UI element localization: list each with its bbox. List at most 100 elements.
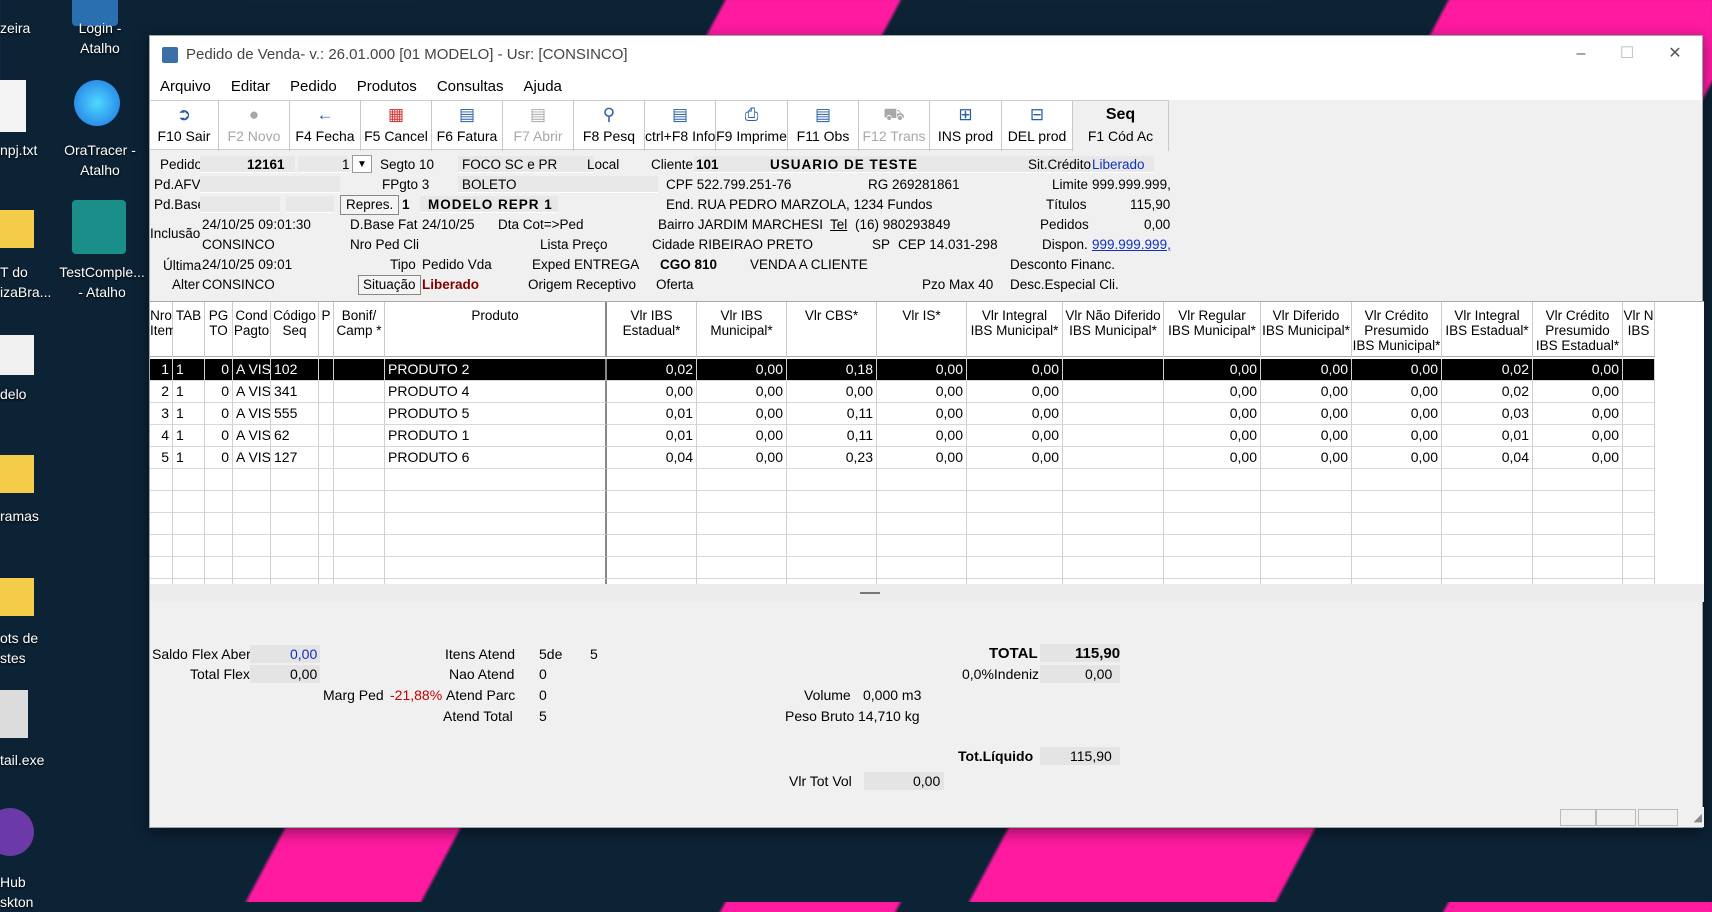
table-row[interactable] bbox=[150, 535, 1704, 557]
table-cell[interactable]: 0,00 bbox=[1352, 447, 1442, 469]
menu-consultas[interactable]: Consultas bbox=[427, 74, 514, 100]
table-cell[interactable] bbox=[787, 513, 877, 535]
table-cell[interactable] bbox=[877, 557, 967, 579]
table-cell[interactable]: 0,02 bbox=[1442, 359, 1533, 381]
table-cell[interactable] bbox=[1352, 491, 1442, 513]
table-cell[interactable]: 1 bbox=[173, 447, 205, 469]
table-cell[interactable] bbox=[967, 491, 1063, 513]
table-cell[interactable] bbox=[271, 469, 319, 491]
table-cell[interactable]: 0,11 bbox=[787, 403, 877, 425]
pdafv-field[interactable] bbox=[200, 176, 340, 193]
table-cell[interactable]: 0 bbox=[205, 447, 233, 469]
table-cell[interactable] bbox=[1164, 469, 1261, 491]
table-cell[interactable]: 0 bbox=[205, 425, 233, 447]
table-cell[interactable] bbox=[334, 557, 385, 579]
desktop-icon-tail[interactable]: tail.exe bbox=[0, 750, 50, 770]
table-cell[interactable]: 2 bbox=[150, 381, 173, 403]
table-cell[interactable] bbox=[787, 469, 877, 491]
table-cell[interactable]: 0,00 bbox=[1164, 359, 1261, 381]
desktop-icon-t-do[interactable]: T do izaBra... bbox=[0, 262, 51, 302]
table-cell[interactable] bbox=[1164, 513, 1261, 535]
table-cell[interactable] bbox=[787, 535, 877, 557]
table-cell[interactable] bbox=[319, 359, 334, 381]
table-cell[interactable]: 0,00 bbox=[877, 403, 967, 425]
table-row[interactable]: 310A VIS 555 PRODUTO 5 0,01 0,00 0,11 0,00 0,00… bbox=[150, 403, 1704, 425]
table-cell[interactable] bbox=[1623, 403, 1655, 425]
table-cell[interactable] bbox=[1063, 469, 1164, 491]
table-cell[interactable] bbox=[697, 535, 787, 557]
table-cell[interactable] bbox=[1623, 557, 1655, 579]
table-cell[interactable] bbox=[1352, 469, 1442, 491]
table-cell[interactable]: 0,00 bbox=[877, 359, 967, 381]
table-cell[interactable]: 0,00 bbox=[697, 447, 787, 469]
table-cell[interactable]: 0,04 bbox=[1442, 447, 1533, 469]
fecha-button[interactable]: ← F4 Fecha bbox=[290, 101, 361, 151]
table-cell[interactable]: 0,00 bbox=[967, 447, 1063, 469]
table-cell[interactable] bbox=[385, 491, 607, 513]
table-cell[interactable]: 0,00 bbox=[607, 381, 697, 403]
table-cell[interactable] bbox=[1533, 513, 1623, 535]
table-cell[interactable] bbox=[319, 491, 334, 513]
dropdown-arrow-icon[interactable]: ▼ bbox=[352, 155, 372, 173]
table-cell[interactable]: PRODUTO 6 bbox=[385, 447, 607, 469]
table-row[interactable] bbox=[150, 469, 1704, 491]
table-cell[interactable]: 0,01 bbox=[1442, 425, 1533, 447]
table-cell[interactable] bbox=[334, 469, 385, 491]
column-header[interactable]: Vlr CBS* bbox=[787, 302, 877, 357]
table-cell[interactable] bbox=[385, 513, 607, 535]
table-cell[interactable] bbox=[334, 359, 385, 381]
pedido-n-field[interactable] bbox=[298, 156, 348, 173]
table-cell[interactable] bbox=[173, 469, 205, 491]
table-cell[interactable] bbox=[1623, 513, 1655, 535]
minimize-button[interactable]: – bbox=[1558, 40, 1604, 68]
table-row[interactable]: 410A VIS 62 PRODUTO 1 0,01 0,00 0,11 0,00 0,00 0… bbox=[150, 425, 1704, 447]
column-header[interactable]: Vlr Não Diferido IBS Municipal* bbox=[1063, 302, 1164, 357]
table-cell[interactable] bbox=[967, 557, 1063, 579]
table-cell[interactable]: 0,00 bbox=[1261, 425, 1352, 447]
table-cell[interactable]: 0,00 bbox=[1533, 447, 1623, 469]
column-header[interactable]: Produto bbox=[385, 302, 607, 357]
table-cell[interactable]: 0,00 bbox=[877, 447, 967, 469]
table-cell[interactable] bbox=[205, 557, 233, 579]
table-cell[interactable] bbox=[205, 535, 233, 557]
table-cell[interactable] bbox=[271, 557, 319, 579]
column-header[interactable]: Vlr Diferido IBS Municipal* bbox=[1261, 302, 1352, 357]
table-cell[interactable] bbox=[1442, 491, 1533, 513]
table-cell[interactable] bbox=[1063, 557, 1164, 579]
table-cell[interactable] bbox=[334, 535, 385, 557]
table-cell[interactable] bbox=[1164, 535, 1261, 557]
table-cell[interactable] bbox=[319, 557, 334, 579]
table-cell[interactable] bbox=[1623, 535, 1655, 557]
table-cell[interactable] bbox=[967, 513, 1063, 535]
pdbase-field-2[interactable] bbox=[286, 196, 334, 213]
desktop-icon-oratracer[interactable]: OraTracer - Atalho bbox=[52, 140, 148, 180]
table-cell[interactable]: 0,00 bbox=[1261, 403, 1352, 425]
table-cell[interactable]: 0,00 bbox=[1164, 447, 1261, 469]
table-cell[interactable]: 555 bbox=[271, 403, 319, 425]
column-header[interactable]: Vlr Regular IBS Municipal* bbox=[1164, 302, 1261, 357]
table-cell[interactable] bbox=[1533, 491, 1623, 513]
table-cell[interactable]: 0,02 bbox=[1442, 381, 1533, 403]
table-cell[interactable]: 0,00 bbox=[967, 381, 1063, 403]
table-cell[interactable] bbox=[1442, 469, 1533, 491]
table-row[interactable] bbox=[150, 513, 1704, 535]
column-header[interactable]: Nro Item bbox=[150, 302, 176, 357]
table-cell[interactable]: 0,00 bbox=[967, 403, 1063, 425]
table-cell[interactable] bbox=[233, 535, 271, 557]
table-cell[interactable]: 4 bbox=[150, 425, 173, 447]
table-cell[interactable] bbox=[334, 447, 385, 469]
table-cell[interactable] bbox=[1063, 513, 1164, 535]
column-header[interactable]: P bbox=[319, 302, 334, 357]
table-cell[interactable] bbox=[173, 491, 205, 513]
table-cell[interactable]: 0,00 bbox=[1533, 425, 1623, 447]
table-cell[interactable]: 0,00 bbox=[1164, 381, 1261, 403]
table-cell[interactable] bbox=[607, 513, 697, 535]
tel-button[interactable]: Tel bbox=[830, 216, 847, 234]
table-cell[interactable]: 3 bbox=[150, 403, 173, 425]
table-cell[interactable] bbox=[334, 403, 385, 425]
table-cell[interactable] bbox=[1063, 491, 1164, 513]
column-header[interactable]: Vlr Crédito Presumido IBS Municipal* bbox=[1352, 302, 1442, 357]
table-cell[interactable] bbox=[1261, 535, 1352, 557]
menu-editar[interactable]: Editar bbox=[221, 74, 280, 100]
table-cell[interactable] bbox=[150, 491, 173, 513]
